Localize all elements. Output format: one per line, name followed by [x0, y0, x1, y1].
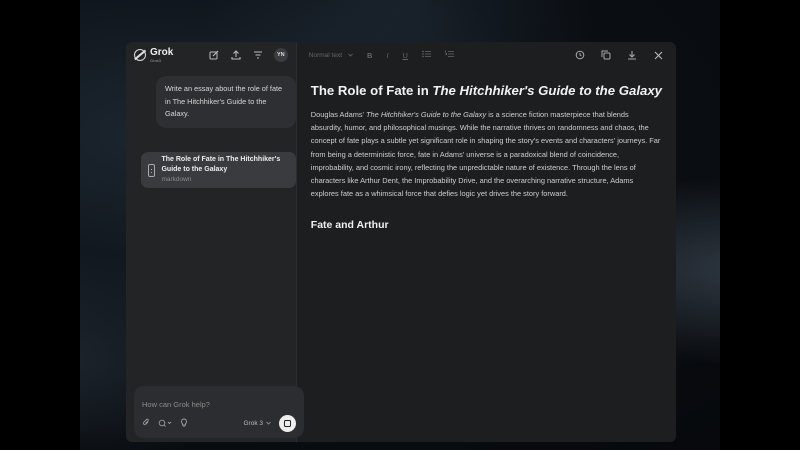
bold-button[interactable]: B	[367, 51, 372, 60]
editor-toolbar: Normal text B I U	[297, 42, 676, 68]
grok-logo[interactable]: Grok Grok3	[134, 46, 174, 63]
filter-icon[interactable]	[252, 49, 264, 61]
document-heading-2: Fate and Arthur	[310, 219, 389, 232]
document-editor: Normal text B I U The Role of Fate in Th…	[297, 42, 676, 442]
artifact-card[interactable]: The Role of Fate in The Hitchhiker's Gui…	[141, 152, 296, 188]
logo-name: Grok	[150, 46, 174, 58]
send-icon	[284, 420, 291, 427]
artifact-card-text: The Role of Fate in The Hitchhiker's Gui…	[161, 155, 289, 185]
logo-text: Grok Grok3	[150, 46, 174, 63]
user-message: Write an essay about the role of fate in…	[156, 76, 296, 128]
underline-button[interactable]: U	[403, 51, 408, 60]
deepsearch-icon[interactable]	[158, 419, 172, 429]
model-name: Grok 3	[243, 420, 263, 427]
document-body[interactable]: The Role of Fate in The Hitchhiker's Gui…	[297, 68, 676, 231]
think-icon[interactable]	[180, 418, 188, 429]
chevron-down-icon	[266, 420, 271, 427]
text-style-select[interactable]: Normal text	[309, 52, 353, 59]
chat-sidebar: Grok Grok3 YN Write an essay about the r…	[126, 42, 304, 442]
prompt-input[interactable]	[142, 400, 296, 409]
artifact-type: markdown	[161, 176, 192, 183]
document-title: The Role of Fate in The Hitchhiker's Gui…	[311, 83, 662, 98]
logo-subtitle: Grok3	[150, 57, 161, 63]
paragraph-start: Douglas Adams'	[310, 110, 367, 119]
italic-button[interactable]: I	[386, 51, 388, 60]
paragraph-rest: is a science fiction masterpiece that bl…	[310, 110, 661, 199]
document-title-italic: The Hitchhiker's Guide to the Galaxy	[432, 83, 662, 98]
download-icon[interactable]	[626, 49, 638, 61]
chevron-down-icon	[348, 52, 353, 59]
letterbox-right	[720, 0, 800, 450]
document-paragraph: Douglas Adams' The Hitchhiker's Guide to…	[311, 108, 662, 200]
app-window: Grok Grok3 YN Write an essay about the r…	[126, 42, 676, 442]
bullet-list-icon[interactable]	[422, 50, 431, 60]
edit-icon[interactable]	[208, 49, 220, 61]
document-title-prefix: The Role of Fate in	[310, 83, 433, 98]
sidebar-actions: YN	[208, 48, 288, 62]
model-selector[interactable]: Grok 3	[243, 420, 271, 427]
grok-logo-icon	[134, 49, 146, 61]
letterbox-left	[0, 0, 80, 450]
copy-icon[interactable]	[600, 49, 612, 61]
numbered-list-icon[interactable]	[445, 50, 454, 60]
attach-icon[interactable]	[142, 418, 150, 429]
send-button[interactable]	[279, 415, 296, 432]
history-icon[interactable]	[574, 49, 586, 61]
sidebar-header: Grok Grok3 YN	[126, 42, 296, 68]
editor-actions	[574, 49, 664, 61]
artifact-title: The Role of Fate in The Hitchhiker's Gui…	[161, 156, 281, 173]
close-icon[interactable]	[652, 49, 664, 61]
paragraph-italic: The Hitchhiker's Guide to the Galaxy	[366, 110, 487, 119]
upload-icon[interactable]	[230, 49, 242, 61]
document-icon	[148, 163, 156, 177]
composer-tools: Grok 3	[142, 415, 296, 432]
avatar[interactable]: YN	[273, 48, 288, 62]
text-style-value: Normal text	[308, 51, 343, 59]
composer: Grok 3	[134, 386, 304, 438]
